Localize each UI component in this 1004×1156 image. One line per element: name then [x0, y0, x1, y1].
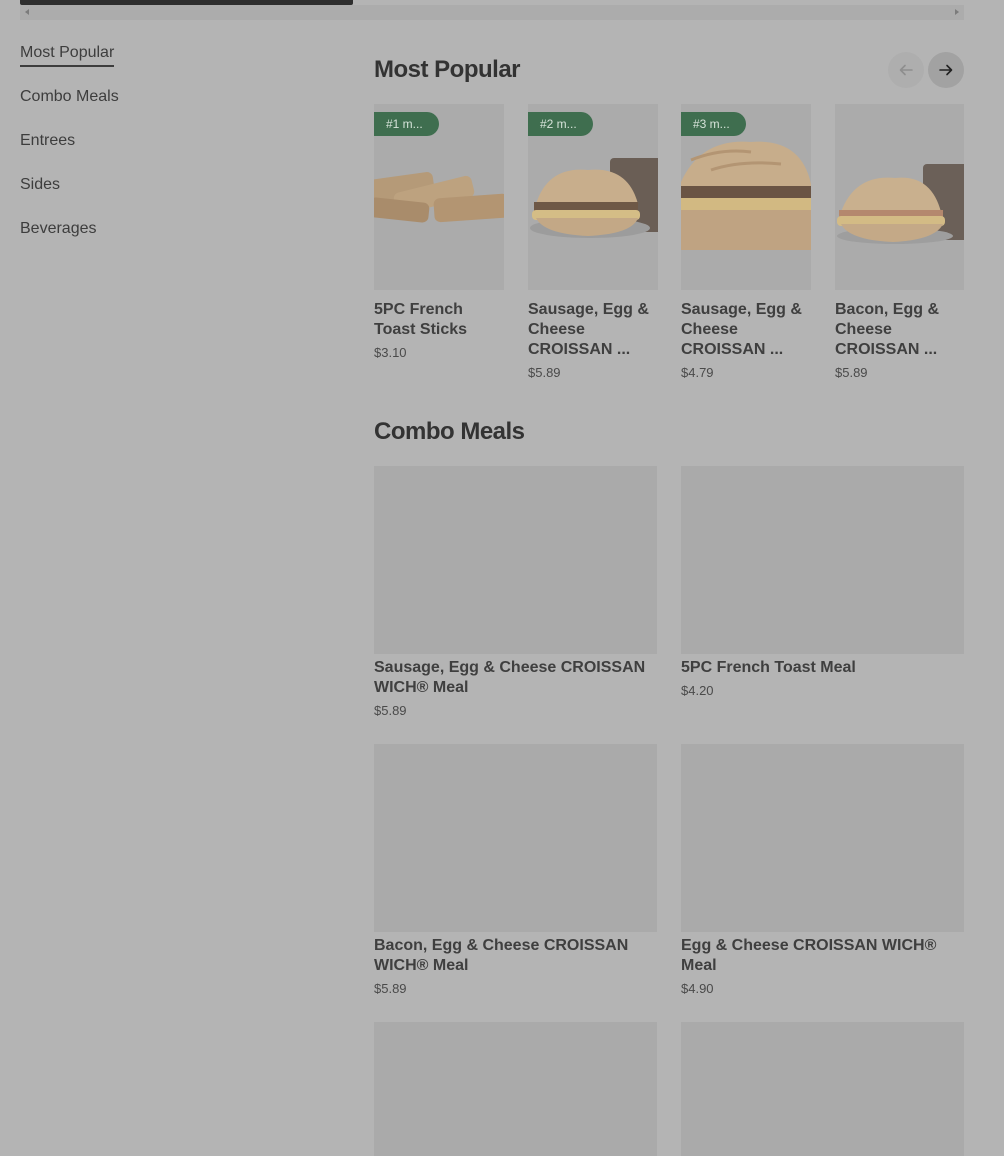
product-image-placeholder: [681, 744, 964, 932]
carousel-prev-button[interactable]: [888, 52, 924, 88]
product-image-placeholder: [374, 466, 657, 654]
product-name: 5PC French Toast Meal: [681, 659, 856, 676]
scroll-left-arrow-icon[interactable]: [25, 9, 29, 15]
carousel-next-button[interactable]: [928, 52, 964, 88]
rank-badge: #1 m...: [374, 112, 439, 136]
rank-badge: #2 m...: [528, 112, 593, 136]
combo-item-card[interactable]: Sausage, Egg & Cheese CROISSAN WICH® Mea…: [374, 466, 657, 720]
sidebar-item-most-popular[interactable]: Most Popular: [20, 42, 320, 86]
section-title-most-popular: Most Popular: [374, 56, 521, 83]
combo-item-card[interactable]: 5PC French Toast Meal $4.20: [681, 466, 964, 700]
product-name: Sausage, Egg & Cheese CROISSAN ...: [528, 301, 649, 358]
arrow-left-icon: [899, 64, 913, 76]
arrow-right-icon: [939, 64, 953, 76]
product-name: 5PC French Toast Sticks: [374, 301, 468, 338]
product-image: #3 m...: [681, 104, 811, 290]
combo-item-card[interactable]: Egg & Cheese CROISSAN WICH® Meal $4.90: [681, 744, 964, 998]
product-image-placeholder: [681, 466, 964, 654]
sidebar-item-beverages[interactable]: Beverages: [20, 218, 320, 262]
rank-badge: #3 m...: [681, 112, 746, 136]
product-price: $5.89: [374, 981, 407, 996]
sidebar-item-combo-meals[interactable]: Combo Meals: [20, 86, 320, 130]
product-name: Bacon, Egg & Cheese CROISSAN ...: [835, 301, 940, 358]
product-price: $4.90: [681, 981, 714, 996]
combo-item-card[interactable]: [374, 1022, 657, 1156]
popular-item-card[interactable]: Bacon, Egg & Cheese CROISSAN ... $5.89: [835, 104, 964, 382]
product-name: Sausage, Egg & Cheese CROISSAN WICH® Mea…: [374, 659, 646, 696]
most-popular-carousel: #1 m... 5PC French Toast Sticks $3.10 #2…: [374, 104, 964, 394]
sidebar-item-entrees[interactable]: Entrees: [20, 130, 320, 174]
product-price: $4.79: [681, 365, 714, 380]
product-image-placeholder: [374, 744, 657, 932]
combo-item-card[interactable]: Bacon, Egg & Cheese CROISSAN WICH® Meal …: [374, 744, 657, 998]
product-image: #2 m...: [528, 104, 658, 290]
product-price: $5.89: [528, 365, 561, 380]
product-name: Sausage, Egg & Cheese CROISSAN ...: [681, 301, 802, 358]
product-price: $5.89: [835, 365, 868, 380]
category-sidebar: Most Popular Combo Meals Entrees Sides B…: [20, 42, 320, 262]
product-price: $5.89: [374, 703, 407, 718]
popular-item-card[interactable]: #2 m... Sausage, Egg & Cheese CROISSAN .…: [528, 104, 658, 382]
product-price: $3.10: [374, 345, 407, 360]
section-title-combo-meals: Combo Meals: [374, 418, 525, 445]
product-image-placeholder: [681, 1022, 964, 1156]
scroll-right-arrow-icon[interactable]: [955, 9, 959, 15]
popular-item-card[interactable]: #3 m... Sausage, Egg & Cheese CROISSAN .…: [681, 104, 811, 382]
horizontal-scrollbar[interactable]: [20, 0, 964, 20]
popular-item-card[interactable]: #1 m... 5PC French Toast Sticks $3.10: [374, 104, 504, 362]
product-price: $4.20: [681, 683, 714, 698]
sidebar-item-sides[interactable]: Sides: [20, 174, 320, 218]
product-name: Bacon, Egg & Cheese CROISSAN WICH® Meal: [374, 937, 629, 974]
combo-item-card[interactable]: [681, 1022, 964, 1156]
scrollbar-thumb[interactable]: [20, 0, 353, 5]
product-name: Egg & Cheese CROISSAN WICH® Meal: [681, 937, 937, 974]
product-image: [835, 104, 964, 290]
croissant-sandwich-image: [837, 164, 964, 244]
product-image: #1 m...: [374, 104, 504, 290]
product-image-placeholder: [374, 1022, 657, 1156]
